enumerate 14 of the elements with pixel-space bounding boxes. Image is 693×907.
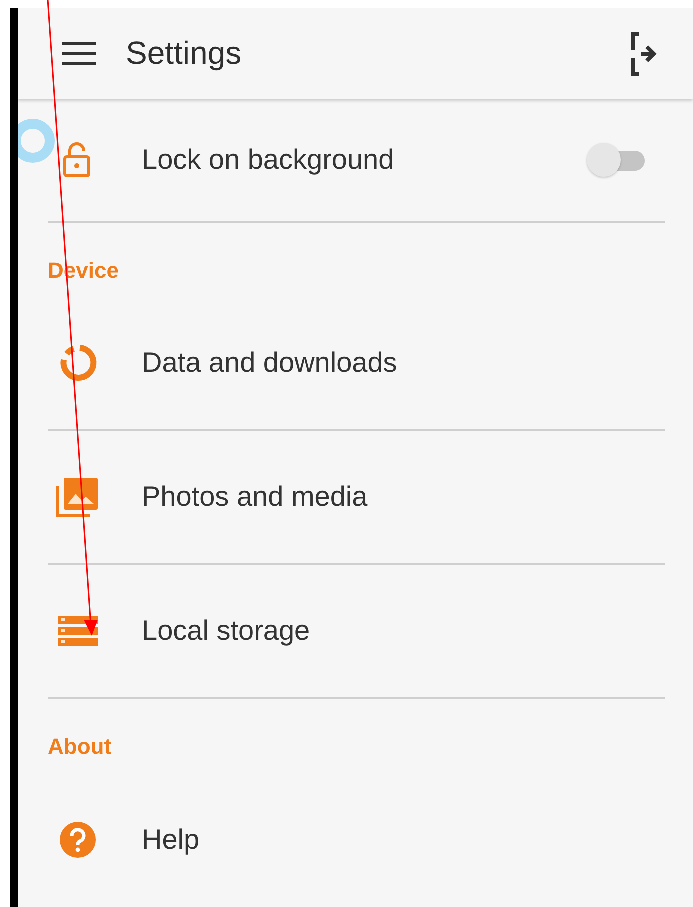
image-gallery-icon — [56, 476, 100, 518]
menu-icon — [62, 42, 96, 66]
settings-item[interactable]: Data and downloads — [48, 297, 665, 431]
help-icon — [59, 821, 97, 859]
settings-item[interactable]: Lock on background — [48, 99, 665, 223]
padlock-icon — [63, 142, 93, 178]
logout-icon — [629, 30, 659, 76]
toggle-switch[interactable] — [587, 143, 645, 177]
settings-item[interactable]: Local storage — [48, 565, 665, 699]
ring-icon — [58, 343, 98, 383]
screen-title: Settings — [126, 35, 243, 72]
settings-item[interactable]: Photos and media — [48, 431, 665, 565]
settings-item[interactable]: Help — [48, 773, 665, 907]
section-title: About — [47, 733, 113, 761]
